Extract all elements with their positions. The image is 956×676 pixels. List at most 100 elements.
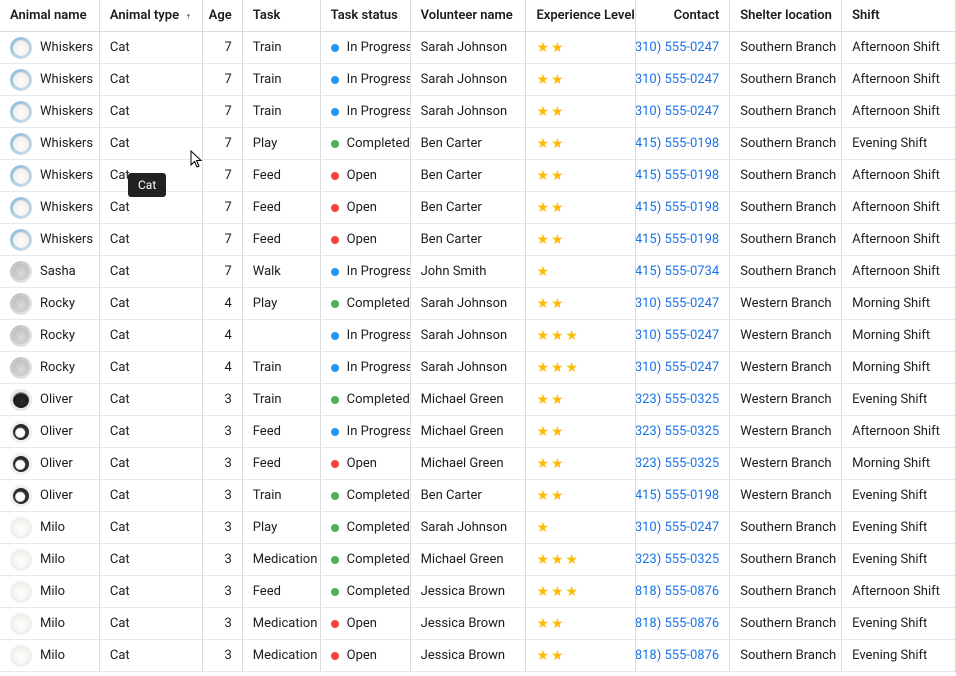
cell-volunteer[interactable]: Michael Green: [411, 544, 527, 575]
table-row[interactable]: MiloCat3MedicationCompletedMichael Green…: [0, 544, 955, 576]
cell-status[interactable]: Completed: [321, 576, 411, 607]
cell-shift[interactable]: Afternoon Shift: [842, 576, 955, 607]
contact-link[interactable]: (818) 555-0876: [636, 648, 719, 663]
cell-task[interactable]: Medication: [243, 544, 321, 575]
cell-status[interactable]: In Progress: [321, 64, 411, 95]
cell-experience[interactable]: ★★: [526, 224, 636, 255]
cell-contact[interactable]: (310) 555-0247: [636, 288, 730, 319]
cell-experience[interactable]: ★★: [526, 416, 636, 447]
cell-location[interactable]: Southern Branch: [730, 96, 842, 127]
cell-age[interactable]: 4: [203, 320, 243, 351]
cell-experience[interactable]: ★★★: [526, 544, 636, 575]
cell-task[interactable]: Play: [243, 512, 321, 543]
cell-animal-type[interactable]: Cat: [100, 480, 203, 511]
contact-link[interactable]: (415) 555-0734: [636, 264, 719, 279]
cell-volunteer[interactable]: Michael Green: [411, 448, 527, 479]
cell-experience[interactable]: ★★: [526, 480, 636, 511]
cell-contact[interactable]: (310) 555-0247: [636, 512, 730, 543]
cell-task[interactable]: Train: [243, 384, 321, 415]
table-row[interactable]: RockyCat4PlayCompletedSarah Johnson★★(31…: [0, 288, 955, 320]
cell-age[interactable]: 3: [203, 416, 243, 447]
col-age[interactable]: Age: [203, 0, 243, 31]
contact-link[interactable]: (323) 555-0325: [636, 392, 719, 407]
col-task[interactable]: Task: [243, 0, 321, 31]
table-row[interactable]: OliverCat3TrainCompletedMichael Green★★(…: [0, 384, 955, 416]
cell-animal-type[interactable]: Cat: [100, 288, 203, 319]
cell-location[interactable]: Western Branch: [730, 448, 842, 479]
table-row[interactable]: MiloCat3MedicationOpenJessica Brown★★(81…: [0, 640, 955, 672]
cell-task[interactable]: Feed: [243, 448, 321, 479]
cell-shift[interactable]: Morning Shift: [842, 320, 955, 351]
cell-age[interactable]: 7: [203, 96, 243, 127]
cell-shift[interactable]: Evening Shift: [842, 128, 955, 159]
cell-contact[interactable]: (310) 555-0247: [636, 320, 730, 351]
cell-age[interactable]: 3: [203, 480, 243, 511]
contact-link[interactable]: (310) 555-0247: [636, 328, 719, 343]
contact-link[interactable]: (323) 555-0325: [636, 456, 719, 471]
cell-location[interactable]: Western Branch: [730, 416, 842, 447]
cell-animal-name[interactable]: Whiskers: [0, 64, 100, 95]
cell-task[interactable]: Feed: [243, 160, 321, 191]
cell-contact[interactable]: (415) 555-0734: [636, 256, 730, 287]
cell-animal-type[interactable]: Cat: [100, 416, 203, 447]
cell-status[interactable]: Open: [321, 608, 411, 639]
cell-location[interactable]: Southern Branch: [730, 608, 842, 639]
cell-task[interactable]: Feed: [243, 416, 321, 447]
contact-link[interactable]: (310) 555-0247: [636, 360, 719, 375]
cell-shift[interactable]: Morning Shift: [842, 352, 955, 383]
cell-shift[interactable]: Evening Shift: [842, 608, 955, 639]
cell-location[interactable]: Western Branch: [730, 352, 842, 383]
cell-task[interactable]: Train: [243, 96, 321, 127]
cell-volunteer[interactable]: Sarah Johnson: [411, 512, 527, 543]
cell-age[interactable]: 7: [203, 160, 243, 191]
cell-task[interactable]: Medication: [243, 640, 321, 671]
cell-status[interactable]: Open: [321, 192, 411, 223]
cell-age[interactable]: 7: [203, 256, 243, 287]
cell-task[interactable]: Train: [243, 480, 321, 511]
cell-experience[interactable]: ★★: [526, 384, 636, 415]
cell-location[interactable]: Southern Branch: [730, 256, 842, 287]
cell-task[interactable]: Train: [243, 64, 321, 95]
cell-experience[interactable]: ★★: [526, 160, 636, 191]
cell-shift[interactable]: Evening Shift: [842, 544, 955, 575]
col-contact[interactable]: Contact: [636, 0, 730, 31]
cell-age[interactable]: 3: [203, 576, 243, 607]
cell-status[interactable]: Open: [321, 640, 411, 671]
cell-animal-type[interactable]: Cat: [100, 224, 203, 255]
cell-animal-type[interactable]: Cat: [100, 320, 203, 351]
cell-location[interactable]: Southern Branch: [730, 544, 842, 575]
table-row[interactable]: WhiskersCat7TrainIn ProgressSarah Johnso…: [0, 32, 955, 64]
cell-age[interactable]: 7: [203, 128, 243, 159]
cell-shift[interactable]: Afternoon Shift: [842, 224, 955, 255]
cell-volunteer[interactable]: Sarah Johnson: [411, 32, 527, 63]
cell-status[interactable]: In Progress: [321, 256, 411, 287]
cell-animal-name[interactable]: Milo: [0, 608, 100, 639]
cell-shift[interactable]: Evening Shift: [842, 512, 955, 543]
cell-shift[interactable]: Afternoon Shift: [842, 256, 955, 287]
cell-contact[interactable]: (323) 555-0325: [636, 384, 730, 415]
cell-location[interactable]: Western Branch: [730, 320, 842, 351]
cell-experience[interactable]: ★★★: [526, 352, 636, 383]
cell-contact[interactable]: (415) 555-0198: [636, 160, 730, 191]
cell-task[interactable]: Walk: [243, 256, 321, 287]
cell-animal-name[interactable]: Whiskers: [0, 96, 100, 127]
cell-status[interactable]: Open: [321, 224, 411, 255]
cell-contact[interactable]: (310) 555-0247: [636, 352, 730, 383]
cell-age[interactable]: 4: [203, 352, 243, 383]
cell-animal-name[interactable]: Whiskers: [0, 192, 100, 223]
cell-location[interactable]: Southern Branch: [730, 160, 842, 191]
cell-age[interactable]: 7: [203, 32, 243, 63]
cell-shift[interactable]: Afternoon Shift: [842, 416, 955, 447]
cell-location[interactable]: Southern Branch: [730, 640, 842, 671]
cell-age[interactable]: 3: [203, 384, 243, 415]
cell-animal-type[interactable]: Cat: [100, 512, 203, 543]
cell-task[interactable]: Train: [243, 32, 321, 63]
table-row[interactable]: OliverCat3FeedIn ProgressMichael Green★★…: [0, 416, 955, 448]
cell-location[interactable]: Western Branch: [730, 288, 842, 319]
cell-volunteer[interactable]: Michael Green: [411, 416, 527, 447]
cell-task[interactable]: Feed: [243, 192, 321, 223]
table-row[interactable]: WhiskersCat7TrainIn ProgressSarah Johnso…: [0, 64, 955, 96]
cell-shift[interactable]: Afternoon Shift: [842, 96, 955, 127]
cell-experience[interactable]: ★★★: [526, 576, 636, 607]
cell-volunteer[interactable]: Jessica Brown: [411, 608, 527, 639]
